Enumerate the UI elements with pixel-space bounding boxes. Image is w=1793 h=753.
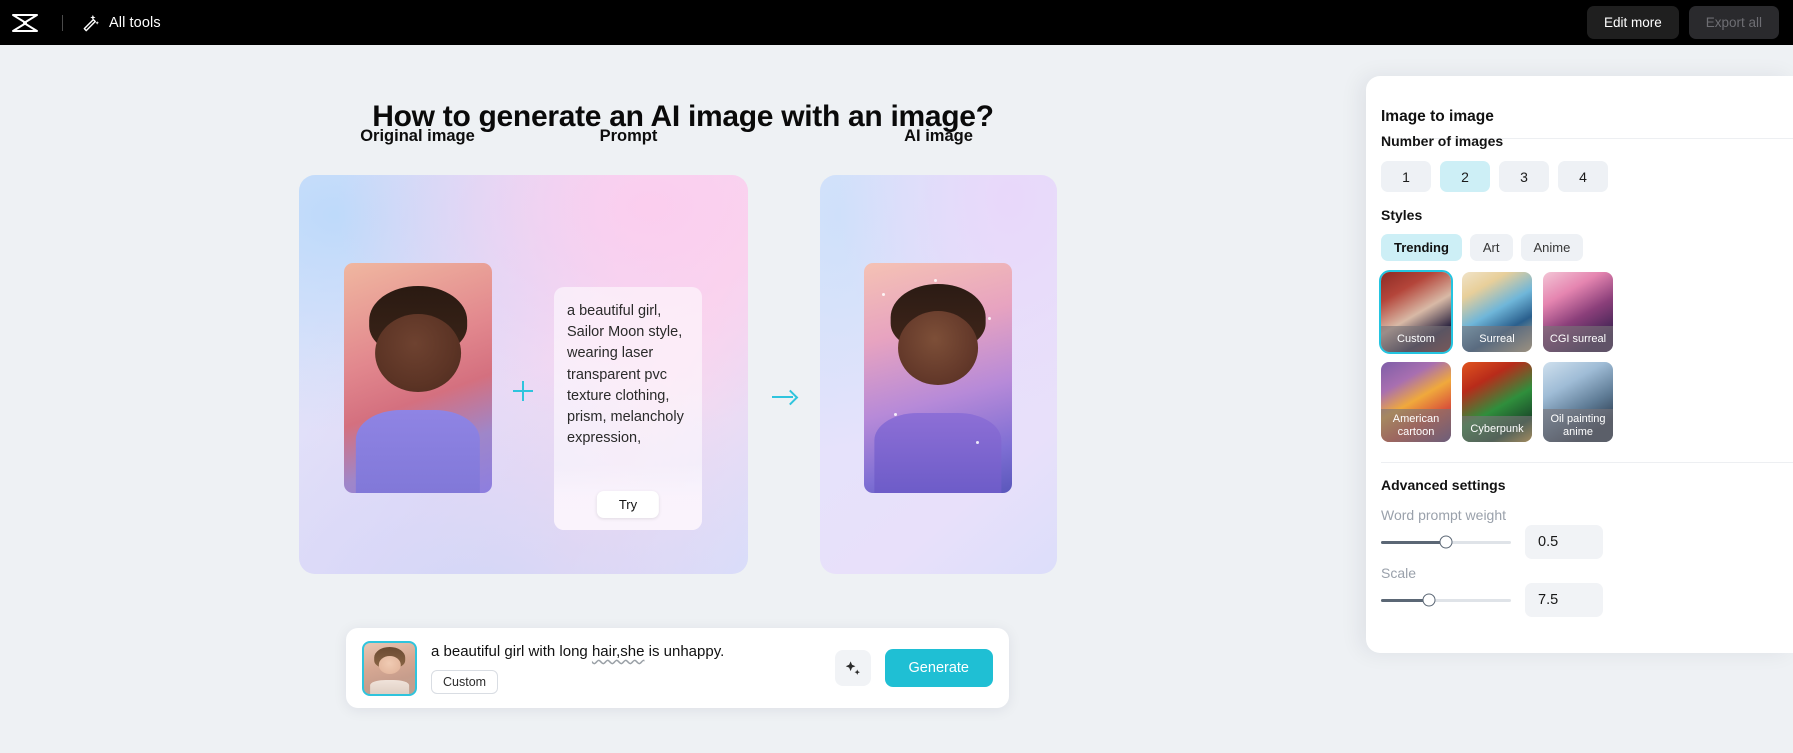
word-prompt-weight-row: 0.5 <box>1381 525 1793 559</box>
demo-prompt-text: a beautiful girl, Sailor Moon style, wea… <box>567 303 688 447</box>
word-prompt-weight-slider[interactable] <box>1381 535 1511 549</box>
settings-panel: Image to image Number of images 1 2 3 4 … <box>1366 76 1793 653</box>
number-of-images-options: 1 2 3 4 <box>1381 161 1608 192</box>
number-option-4[interactable]: 4 <box>1558 161 1608 192</box>
styles-label: Styles <box>1381 207 1423 223</box>
style-tab-art[interactable]: Art <box>1469 234 1513 261</box>
source-image-thumbnail[interactable] <box>362 640 417 696</box>
demo-prompt-box: a beautiful girl, Sailor Moon style, wea… <box>554 287 702 530</box>
prompt-text-before: a beautiful girl with long <box>431 643 592 660</box>
scale-value[interactable]: 7.5 <box>1525 583 1603 617</box>
prompt-input[interactable]: a beautiful girl with long hair,she is u… <box>431 642 823 662</box>
top-bar: All tools Edit more Export all <box>0 0 1793 45</box>
ai-image-preview <box>864 263 1012 493</box>
export-all-button[interactable]: Export all <box>1688 6 1779 39</box>
original-body-shape <box>355 410 481 493</box>
thumb-face-shape <box>378 655 401 675</box>
style-card-cgi-surreal[interactable]: CGI surreal <box>1543 272 1613 352</box>
style-card-label: Cyberpunk <box>1462 416 1532 442</box>
style-card-surreal[interactable]: Surreal <box>1462 272 1532 352</box>
plus-icon <box>513 381 533 401</box>
number-option-2[interactable]: 2 <box>1440 161 1490 192</box>
word-prompt-weight-fill <box>1381 540 1446 544</box>
style-card-oil-painting-anime[interactable]: Oil painting anime <box>1543 362 1613 442</box>
style-card-label: Custom <box>1381 326 1451 352</box>
style-card-label: Oil painting anime <box>1543 409 1613 442</box>
style-tab-trending[interactable]: Trending <box>1381 234 1462 261</box>
original-image-preview <box>344 263 492 493</box>
panel-divider-advanced <box>1381 462 1793 463</box>
word-prompt-weight-knob[interactable] <box>1439 535 1453 549</box>
topbar-actions: Edit more Export all <box>1586 6 1779 39</box>
all-tools-label: All tools <box>109 14 161 31</box>
topbar-divider <box>62 14 63 31</box>
edit-more-button[interactable]: Edit more <box>1586 6 1679 39</box>
app-logo[interactable] <box>10 12 40 34</box>
prompt-bar-actions: Generate <box>834 649 993 687</box>
ai-image-heading: AI image <box>904 127 973 145</box>
thumb-body-shape <box>369 680 410 694</box>
try-button[interactable]: Try <box>596 491 660 518</box>
original-image-heading: Original image <box>360 127 475 145</box>
advanced-settings-label: Advanced settings <box>1381 477 1506 493</box>
style-card-custom[interactable]: Custom <box>1379 270 1453 354</box>
all-tools-button[interactable]: All tools <box>81 13 161 32</box>
prompt-heading: Prompt <box>599 127 658 145</box>
scale-row: 7.5 <box>1381 583 1793 617</box>
style-card-cyberpunk[interactable]: Cyberpunk <box>1462 362 1532 442</box>
capcut-logo-icon <box>12 13 38 32</box>
style-card-label: CGI surreal <box>1543 326 1613 352</box>
style-card-label: American cartoon <box>1381 409 1451 442</box>
prompt-text-misspelled: hair,she <box>591 643 645 660</box>
scale-slider[interactable] <box>1381 593 1511 607</box>
word-prompt-weight-label: Word prompt weight <box>1381 507 1507 523</box>
generate-button[interactable]: Generate <box>884 649 993 687</box>
sparkle-button[interactable] <box>834 650 871 686</box>
ai-face-shape <box>898 311 978 385</box>
prompt-bar: a beautiful girl with long hair,she is u… <box>346 628 1009 708</box>
prompt-bar-middle: a beautiful girl with long hair,she is u… <box>431 642 823 694</box>
style-card-label: Surreal <box>1462 326 1532 352</box>
style-card-american-cartoon[interactable]: American cartoon <box>1381 362 1451 442</box>
style-tab-anime[interactable]: Anime <box>1520 234 1584 261</box>
ai-body-shape <box>874 412 1002 493</box>
scale-knob[interactable] <box>1422 593 1436 607</box>
scale-label: Scale <box>1381 565 1417 581</box>
panel-title: Image to image <box>1381 108 1494 125</box>
word-prompt-weight-value[interactable]: 0.5 <box>1525 525 1603 559</box>
number-option-1[interactable]: 1 <box>1381 161 1431 192</box>
prompt-text-after: is unhappy. <box>644 643 725 660</box>
original-face-shape <box>375 313 461 392</box>
number-option-3[interactable]: 3 <box>1499 161 1549 192</box>
styles-tabs: Trending Art Anime <box>1381 234 1584 261</box>
arrow-right-icon <box>772 389 796 405</box>
sparkle-icon <box>845 660 860 675</box>
styles-grid: Custom Surreal CGI surreal American cart… <box>1379 270 1613 442</box>
number-of-images-label: Number of images <box>1381 133 1504 149</box>
style-chip-custom[interactable]: Custom <box>431 670 499 694</box>
magic-wand-icon <box>83 14 99 32</box>
